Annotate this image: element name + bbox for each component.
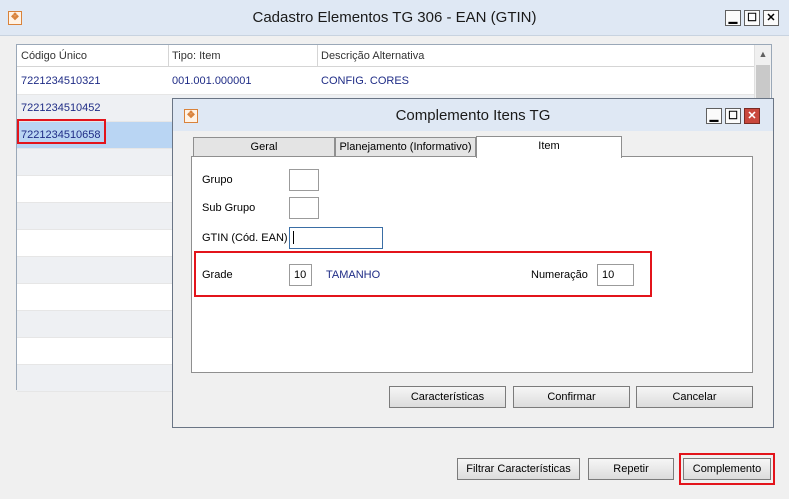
window-title: Cadastro Elementos TG 306 - EAN (GTIN) — [252, 9, 537, 26]
tab-planejamento[interactable]: Planejamento (Informativo) — [335, 137, 476, 157]
gtin-input[interactable] — [289, 227, 383, 249]
close-icon[interactable]: ✕ — [763, 10, 779, 26]
grupo-field[interactable] — [289, 169, 319, 191]
dialog-close-icon[interactable]: ✕ — [744, 108, 760, 124]
sub-grupo-label: Sub Grupo — [202, 202, 256, 214]
highlight-complemento — [679, 453, 775, 485]
dialog-maximize-icon[interactable]: ☐ — [725, 108, 741, 124]
cell-codigo: 7221234510321 — [21, 75, 101, 87]
sub-grupo-field[interactable] — [289, 197, 319, 219]
cancelar-button[interactable]: Cancelar — [636, 386, 753, 408]
repetir-button[interactable]: Repetir — [588, 458, 674, 480]
col-header-descricao[interactable]: Descrição Alternativa — [321, 50, 424, 62]
highlight-grade-row — [194, 251, 652, 297]
tab-item[interactable]: Item — [476, 136, 622, 158]
caracteristicas-button[interactable]: Características — [389, 386, 506, 408]
complemento-dialog: ❖ Complemento Itens TG ▁ ☐ ✕ Geral Plane… — [172, 98, 774, 428]
scroll-up-icon[interactable]: ▲ — [755, 45, 771, 63]
tab-geral[interactable]: Geral — [193, 137, 335, 157]
grid-header: Código Único Tipo: Item Descrição Altern… — [17, 45, 755, 67]
table-row[interactable]: 7221234510321 001.001.000001 CONFIG. COR… — [17, 68, 755, 95]
cell-descricao: CONFIG. CORES — [321, 75, 410, 87]
minimize-icon[interactable]: ▁ — [725, 10, 741, 26]
grupo-label: Grupo — [202, 174, 233, 186]
col-header-codigo[interactable]: Código Único — [21, 50, 87, 62]
tab-item-panel: Grupo Sub Grupo GTIN (Cód. EAN) Grade 10… — [191, 156, 753, 373]
highlight-selected-code — [17, 119, 106, 144]
col-header-tipo[interactable]: Tipo: Item — [172, 50, 221, 62]
cell-codigo: 7221234510452 — [21, 102, 101, 114]
filtrar-caracteristicas-button[interactable]: Filtrar Características — [457, 458, 580, 480]
gtin-label: GTIN (Cód. EAN) — [202, 232, 288, 244]
text-cursor — [293, 231, 294, 244]
dialog-minimize-icon[interactable]: ▁ — [706, 108, 722, 124]
confirmar-button[interactable]: Confirmar — [513, 386, 630, 408]
maximize-icon[interactable]: ☐ — [744, 10, 760, 26]
dialog-title: Complemento Itens TG — [395, 107, 551, 124]
cell-tipo: 001.001.000001 — [172, 75, 252, 87]
